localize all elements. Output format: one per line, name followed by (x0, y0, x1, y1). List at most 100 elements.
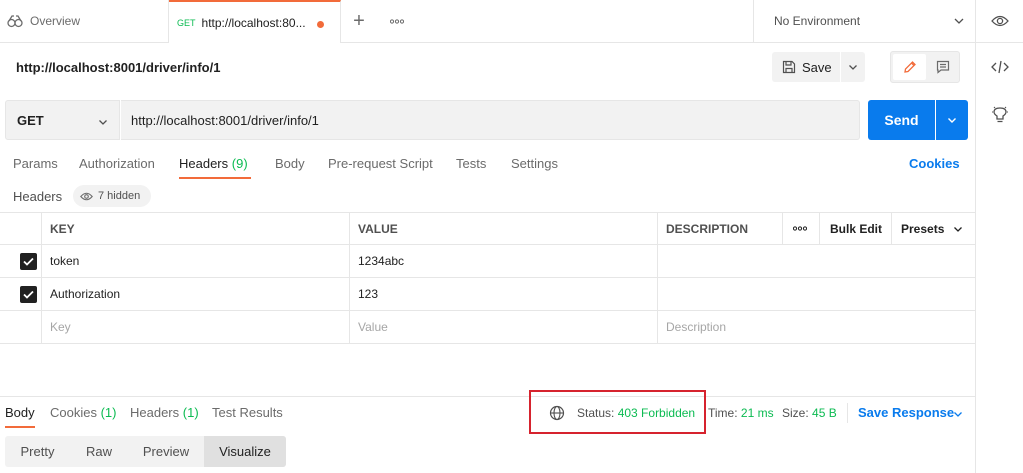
tab-headers[interactable]: Headers (9) (179, 156, 248, 171)
table-more-icon[interactable] (784, 213, 818, 244)
url-input[interactable]: http://localhost:8001/driver/info/1 (121, 100, 860, 140)
response-size[interactable]: Size: 45 B (782, 406, 837, 420)
column-header-key: KEY (50, 221, 75, 236)
right-sidebar (975, 43, 1023, 473)
checkmark-icon (23, 290, 34, 299)
chevron-down-icon[interactable] (953, 409, 963, 419)
size-label: Size: (782, 406, 809, 420)
view-pretty[interactable]: Pretty (5, 436, 70, 467)
header-enabled-checkbox[interactable] (20, 286, 37, 303)
headers-section-label: Headers (13, 189, 63, 204)
response-status[interactable]: Status: 403 Forbidden (577, 406, 695, 420)
table-row: Authorization 123 (0, 278, 975, 311)
presets-label: Presets (901, 221, 945, 236)
response-tab-cookies[interactable]: Cookies (1) (50, 405, 116, 420)
header-description-cell[interactable] (657, 278, 975, 310)
environment-select[interactable]: No Environment (753, 0, 975, 42)
tab-request-active[interactable]: GET http://localhost:80... (169, 0, 341, 43)
tab-title: http://localhost:80... (201, 15, 306, 30)
table-header-row: KEY VALUE DESCRIPTION Bulk Edit Presets (0, 212, 975, 245)
header-enabled-checkbox[interactable] (20, 253, 37, 270)
url-value: http://localhost:8001/driver/info/1 (131, 112, 319, 128)
tab-params[interactable]: Params (13, 156, 58, 171)
status-label: Status: (577, 406, 615, 420)
tab-body[interactable]: Body (275, 156, 305, 171)
bulk-edit-button[interactable]: Bulk Edit (821, 213, 882, 244)
tabbar-spacer (417, 0, 753, 42)
tab-more-icon[interactable] (377, 0, 417, 42)
chevron-down-icon (954, 226, 963, 232)
time-label: Time: (708, 406, 738, 420)
response-tab-test-results[interactable]: Test Results (212, 405, 283, 420)
unsaved-dot-icon (317, 21, 324, 28)
top-tab-bar: Overview GET http://localhost:80... + No… (0, 0, 1023, 43)
tab-headers-count: (9) (231, 156, 248, 171)
save-response-button[interactable]: Save Response (858, 405, 954, 420)
header-description-cell[interactable] (657, 245, 975, 277)
save-button-label: Save (802, 59, 832, 75)
response-active-tab-indicator (5, 426, 35, 428)
new-key-input[interactable]: Key (41, 311, 71, 343)
eye-icon (80, 192, 93, 200)
header-key-cell[interactable]: token (41, 245, 79, 277)
request-title[interactable]: http://localhost:8001/driver/info/1 (16, 60, 220, 75)
tab-authorization[interactable]: Authorization (79, 156, 155, 171)
response-tab-cookies-label: Cookies (50, 405, 97, 420)
cookies-link[interactable]: Cookies (909, 156, 960, 171)
save-options-button[interactable] (841, 52, 865, 82)
lightbulb-icon[interactable] (991, 106, 1009, 124)
pencil-icon (903, 61, 916, 73)
overview-icon (7, 15, 23, 28)
tab-settings[interactable]: Settings (511, 156, 558, 171)
more-icon (793, 226, 807, 231)
environment-quick-look-button[interactable] (975, 0, 1023, 42)
globe-icon[interactable] (549, 405, 565, 421)
comment-icon (936, 60, 949, 74)
response-cookies-count: (1) (100, 405, 117, 420)
tab-headers-label: Headers (179, 156, 229, 171)
tab-prerequest-script[interactable]: Pre-request Script (328, 156, 433, 171)
code-icon[interactable] (991, 60, 1009, 74)
new-tab-button[interactable]: + (341, 0, 377, 42)
view-raw[interactable]: Raw (70, 436, 128, 467)
method-value: GET (17, 112, 44, 128)
chevron-down-icon (954, 18, 964, 24)
table-row: token 1234abc (0, 245, 975, 278)
header-value-cell[interactable]: 123 (349, 278, 378, 310)
view-visualize[interactable]: Visualize (204, 436, 286, 467)
tab-overview[interactable]: Overview (0, 0, 169, 42)
send-button[interactable]: Send (868, 100, 935, 140)
response-tab-body[interactable]: Body (5, 405, 35, 420)
response-divider[interactable] (0, 396, 975, 397)
response-view-selector: Pretty Raw Preview Visualize (5, 436, 286, 467)
view-mode-toggle (890, 51, 960, 83)
hidden-headers-toggle[interactable]: 7 hidden (73, 185, 151, 207)
new-description-input[interactable]: Description (657, 311, 726, 343)
new-value-input[interactable]: Value (349, 311, 388, 343)
response-time[interactable]: Time: 21 ms (708, 406, 774, 420)
environment-label: No Environment (774, 14, 861, 28)
checkmark-icon (23, 257, 34, 266)
column-header-description: DESCRIPTION (666, 221, 749, 236)
send-options-button[interactable] (936, 100, 968, 140)
response-tab-headers[interactable]: Headers (1) (130, 405, 199, 420)
chevron-down-icon (849, 65, 857, 70)
tab-method: GET (177, 17, 196, 28)
edit-mode-button[interactable] (893, 54, 926, 80)
response-headers-count: (1) (182, 405, 199, 420)
tab-tests[interactable]: Tests (456, 156, 486, 171)
header-value-cell[interactable]: 1234abc (349, 245, 404, 277)
hidden-headers-text: 7 hidden (98, 190, 141, 202)
view-preview[interactable]: Preview (128, 436, 204, 467)
header-key-cell[interactable]: Authorization (41, 278, 120, 310)
presets-dropdown[interactable]: Presets (892, 213, 963, 244)
chevron-down-icon (99, 120, 107, 125)
time-value: 21 ms (740, 406, 774, 420)
status-value: 403 Forbidden (617, 406, 696, 420)
eye-icon (990, 15, 1009, 27)
column-header-value: VALUE (358, 221, 398, 236)
save-button[interactable]: Save (772, 52, 840, 82)
documentation-mode-button[interactable] (927, 54, 958, 80)
method-select[interactable]: GET (5, 100, 120, 140)
table-row-new: Key Value Description (0, 311, 975, 344)
